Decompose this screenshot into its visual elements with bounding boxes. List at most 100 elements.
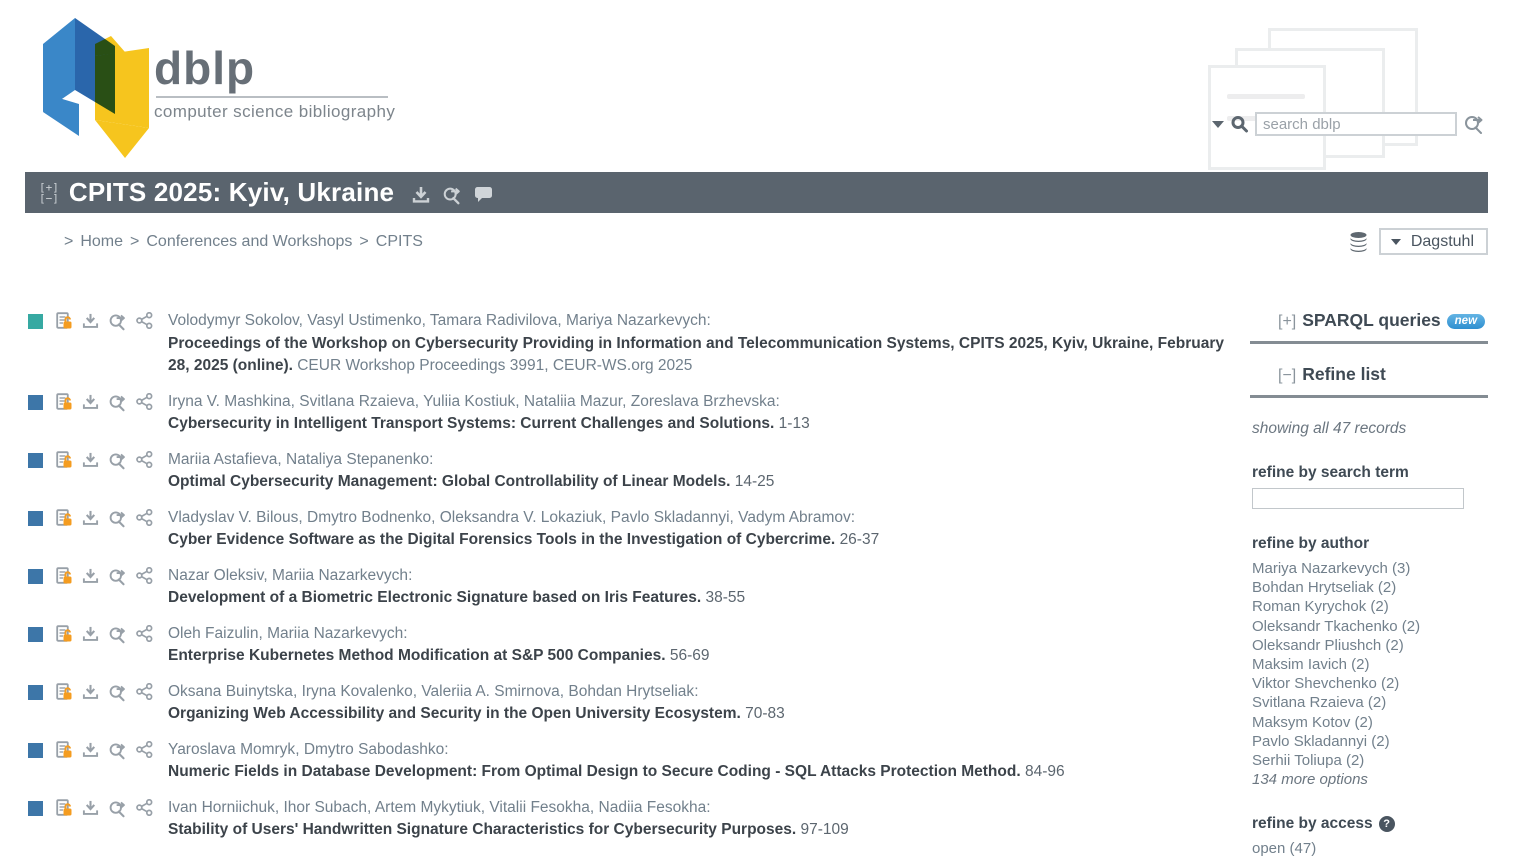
- author-link[interactable]: Yuliia Kostiuk: [423, 393, 515, 410]
- author-link[interactable]: Iryna Kovalenko: [302, 683, 413, 700]
- collapse-all-button[interactable]: [−]: [39, 193, 59, 204]
- author-link[interactable]: Mariia Nazarkevych: [272, 567, 408, 584]
- download-record-icon[interactable]: [82, 567, 99, 585]
- download-record-icon[interactable]: [82, 451, 99, 469]
- refine-author-link[interactable]: Svitlana Rzaieva (2): [1252, 693, 1488, 712]
- author-link[interactable]: Nataliia Mazur: [524, 393, 622, 410]
- refine-collapse-toggle[interactable]: [−]: [1278, 367, 1296, 384]
- quick-search-record-icon[interactable]: [108, 799, 127, 818]
- refine-author-link[interactable]: Viktor Shevchenko (2): [1252, 674, 1488, 693]
- share-record-icon[interactable]: [136, 567, 153, 584]
- author-link[interactable]: Ivan Horniichuk: [168, 799, 275, 816]
- breadcrumb-link[interactable]: Home: [80, 233, 123, 250]
- author-link[interactable]: Vasyl Ustimenko: [307, 312, 421, 329]
- open-access-record-icon[interactable]: [56, 799, 73, 817]
- author-link[interactable]: Ihor Subach: [283, 799, 367, 816]
- refine-access-link[interactable]: open (47): [1252, 839, 1488, 856]
- sparql-queries-header[interactable]: [+]SPARQL queriesnew: [1250, 308, 1488, 341]
- refine-list-header[interactable]: [−]Refine list: [1250, 346, 1488, 395]
- share-record-icon[interactable]: [136, 625, 153, 642]
- venue-publisher-link[interactable]: CEUR-WS.org: [553, 357, 654, 374]
- share-record-icon[interactable]: [136, 741, 153, 758]
- author-link[interactable]: Tamara Radivilova: [430, 312, 558, 329]
- quick-search-record-icon[interactable]: [108, 451, 127, 470]
- help-icon[interactable]: ?: [1379, 816, 1395, 832]
- author-link[interactable]: Iryna V. Mashkina: [168, 393, 291, 410]
- venue-series-link[interactable]: CEUR Workshop Proceedings: [297, 357, 505, 374]
- author-link[interactable]: Dmytro Bodnenko: [307, 509, 431, 526]
- more-author-options-link[interactable]: 134 more options: [1252, 770, 1488, 789]
- expand-all-button[interactable]: [+]: [39, 182, 59, 193]
- open-access-record-icon[interactable]: [56, 451, 73, 469]
- author-link[interactable]: Zoreslava Brzhevska: [631, 393, 776, 410]
- download-record-icon[interactable]: [82, 509, 99, 527]
- sparql-expand-toggle[interactable]: [+]: [1278, 313, 1296, 330]
- download-record-icon[interactable]: [82, 741, 99, 759]
- open-access-record-icon[interactable]: [56, 741, 73, 759]
- refine-author-link[interactable]: Maksym Kotov (2): [1252, 713, 1488, 732]
- refine-author-link[interactable]: Maksim Iavich (2): [1252, 655, 1488, 674]
- comment-icon[interactable]: [474, 186, 493, 203]
- quick-search-record-icon[interactable]: [108, 625, 127, 644]
- dblp-logo[interactable]: dblp computer science bibliography: [28, 8, 395, 158]
- author-link[interactable]: Vitalii Fesokha: [489, 799, 590, 816]
- author-link[interactable]: Pavlo Skladannyi: [611, 509, 730, 526]
- breadcrumb-link[interactable]: Conferences and Workshops: [146, 233, 352, 250]
- refine-author-link[interactable]: Bohdan Hrytseliak (2): [1252, 578, 1488, 597]
- open-access-record-icon[interactable]: [56, 509, 73, 527]
- share-record-icon[interactable]: [136, 509, 153, 526]
- refine-author-link[interactable]: Oleksandr Tkachenko (2): [1252, 617, 1488, 636]
- search-go-icon[interactable]: [1463, 113, 1485, 135]
- breadcrumb-link[interactable]: CPITS: [376, 233, 423, 250]
- author-link[interactable]: Volodymyr Sokolov: [168, 312, 299, 329]
- refine-author-link[interactable]: Roman Kyrychok (2): [1252, 597, 1488, 616]
- refine-author-link[interactable]: Serhii Toliupa (2): [1252, 751, 1488, 770]
- author-link[interactable]: Mariya Nazarkevych: [566, 312, 706, 329]
- quick-search-record-icon[interactable]: [108, 312, 127, 331]
- refine-search-input[interactable]: [1252, 488, 1464, 509]
- author-link[interactable]: Svitlana Rzaieva: [299, 393, 414, 410]
- share-record-icon[interactable]: [136, 799, 153, 816]
- open-access-record-icon[interactable]: [56, 683, 73, 701]
- open-access-record-icon[interactable]: [56, 393, 73, 411]
- author-link[interactable]: Valeriia A. Smirnova: [421, 683, 559, 700]
- search-input[interactable]: [1255, 112, 1457, 136]
- share-record-icon[interactable]: [136, 312, 153, 329]
- refine-author-link[interactable]: Mariya Nazarkevych (3): [1252, 559, 1488, 578]
- share-record-icon[interactable]: [136, 451, 153, 468]
- author-link[interactable]: Nazar Oleksiv: [168, 567, 263, 584]
- download-record-icon[interactable]: [82, 683, 99, 701]
- search-options-caret-icon[interactable]: [1212, 121, 1224, 128]
- download-icon[interactable]: [412, 186, 430, 204]
- author-link[interactable]: Nadiia Fesokha: [599, 799, 707, 816]
- download-record-icon[interactable]: [82, 799, 99, 817]
- quick-search-record-icon[interactable]: [108, 567, 127, 586]
- refine-author-link[interactable]: Oleksandr Pliushch (2): [1252, 636, 1488, 655]
- quick-search-record-icon[interactable]: [108, 393, 127, 412]
- author-link[interactable]: Dmytro Sabodashko: [304, 741, 444, 758]
- download-record-icon[interactable]: [82, 312, 99, 330]
- download-record-icon[interactable]: [82, 393, 99, 411]
- author-link[interactable]: Oleksandra V. Lokaziuk: [440, 509, 602, 526]
- dagstuhl-dropdown[interactable]: Dagstuhl: [1379, 228, 1488, 255]
- author-link[interactable]: Bohdan Hrytseliak: [568, 683, 694, 700]
- download-record-icon[interactable]: [82, 625, 99, 643]
- quick-search-record-icon[interactable]: [108, 509, 127, 528]
- author-link[interactable]: Vladyslav V. Bilous: [168, 509, 298, 526]
- author-link[interactable]: Nataliya Stepanenko: [286, 451, 429, 468]
- author-link[interactable]: Yaroslava Momryk: [168, 741, 295, 758]
- database-icon[interactable]: [1348, 231, 1369, 253]
- open-access-record-icon[interactable]: [56, 625, 73, 643]
- refine-author-link[interactable]: Pavlo Skladannyi (2): [1252, 732, 1488, 751]
- search-icon[interactable]: [1230, 115, 1249, 134]
- quick-search-record-icon[interactable]: [108, 683, 127, 702]
- open-access-record-icon[interactable]: [56, 312, 73, 330]
- open-access-record-icon[interactable]: [56, 567, 73, 585]
- external-search-icon[interactable]: [442, 185, 462, 205]
- author-link[interactable]: Artem Mykytiuk: [375, 799, 481, 816]
- quick-search-record-icon[interactable]: [108, 741, 127, 760]
- author-link[interactable]: Mariia Astafieva: [168, 451, 277, 468]
- share-record-icon[interactable]: [136, 393, 153, 410]
- share-record-icon[interactable]: [136, 683, 153, 700]
- author-link[interactable]: Vadym Abramov: [738, 509, 851, 526]
